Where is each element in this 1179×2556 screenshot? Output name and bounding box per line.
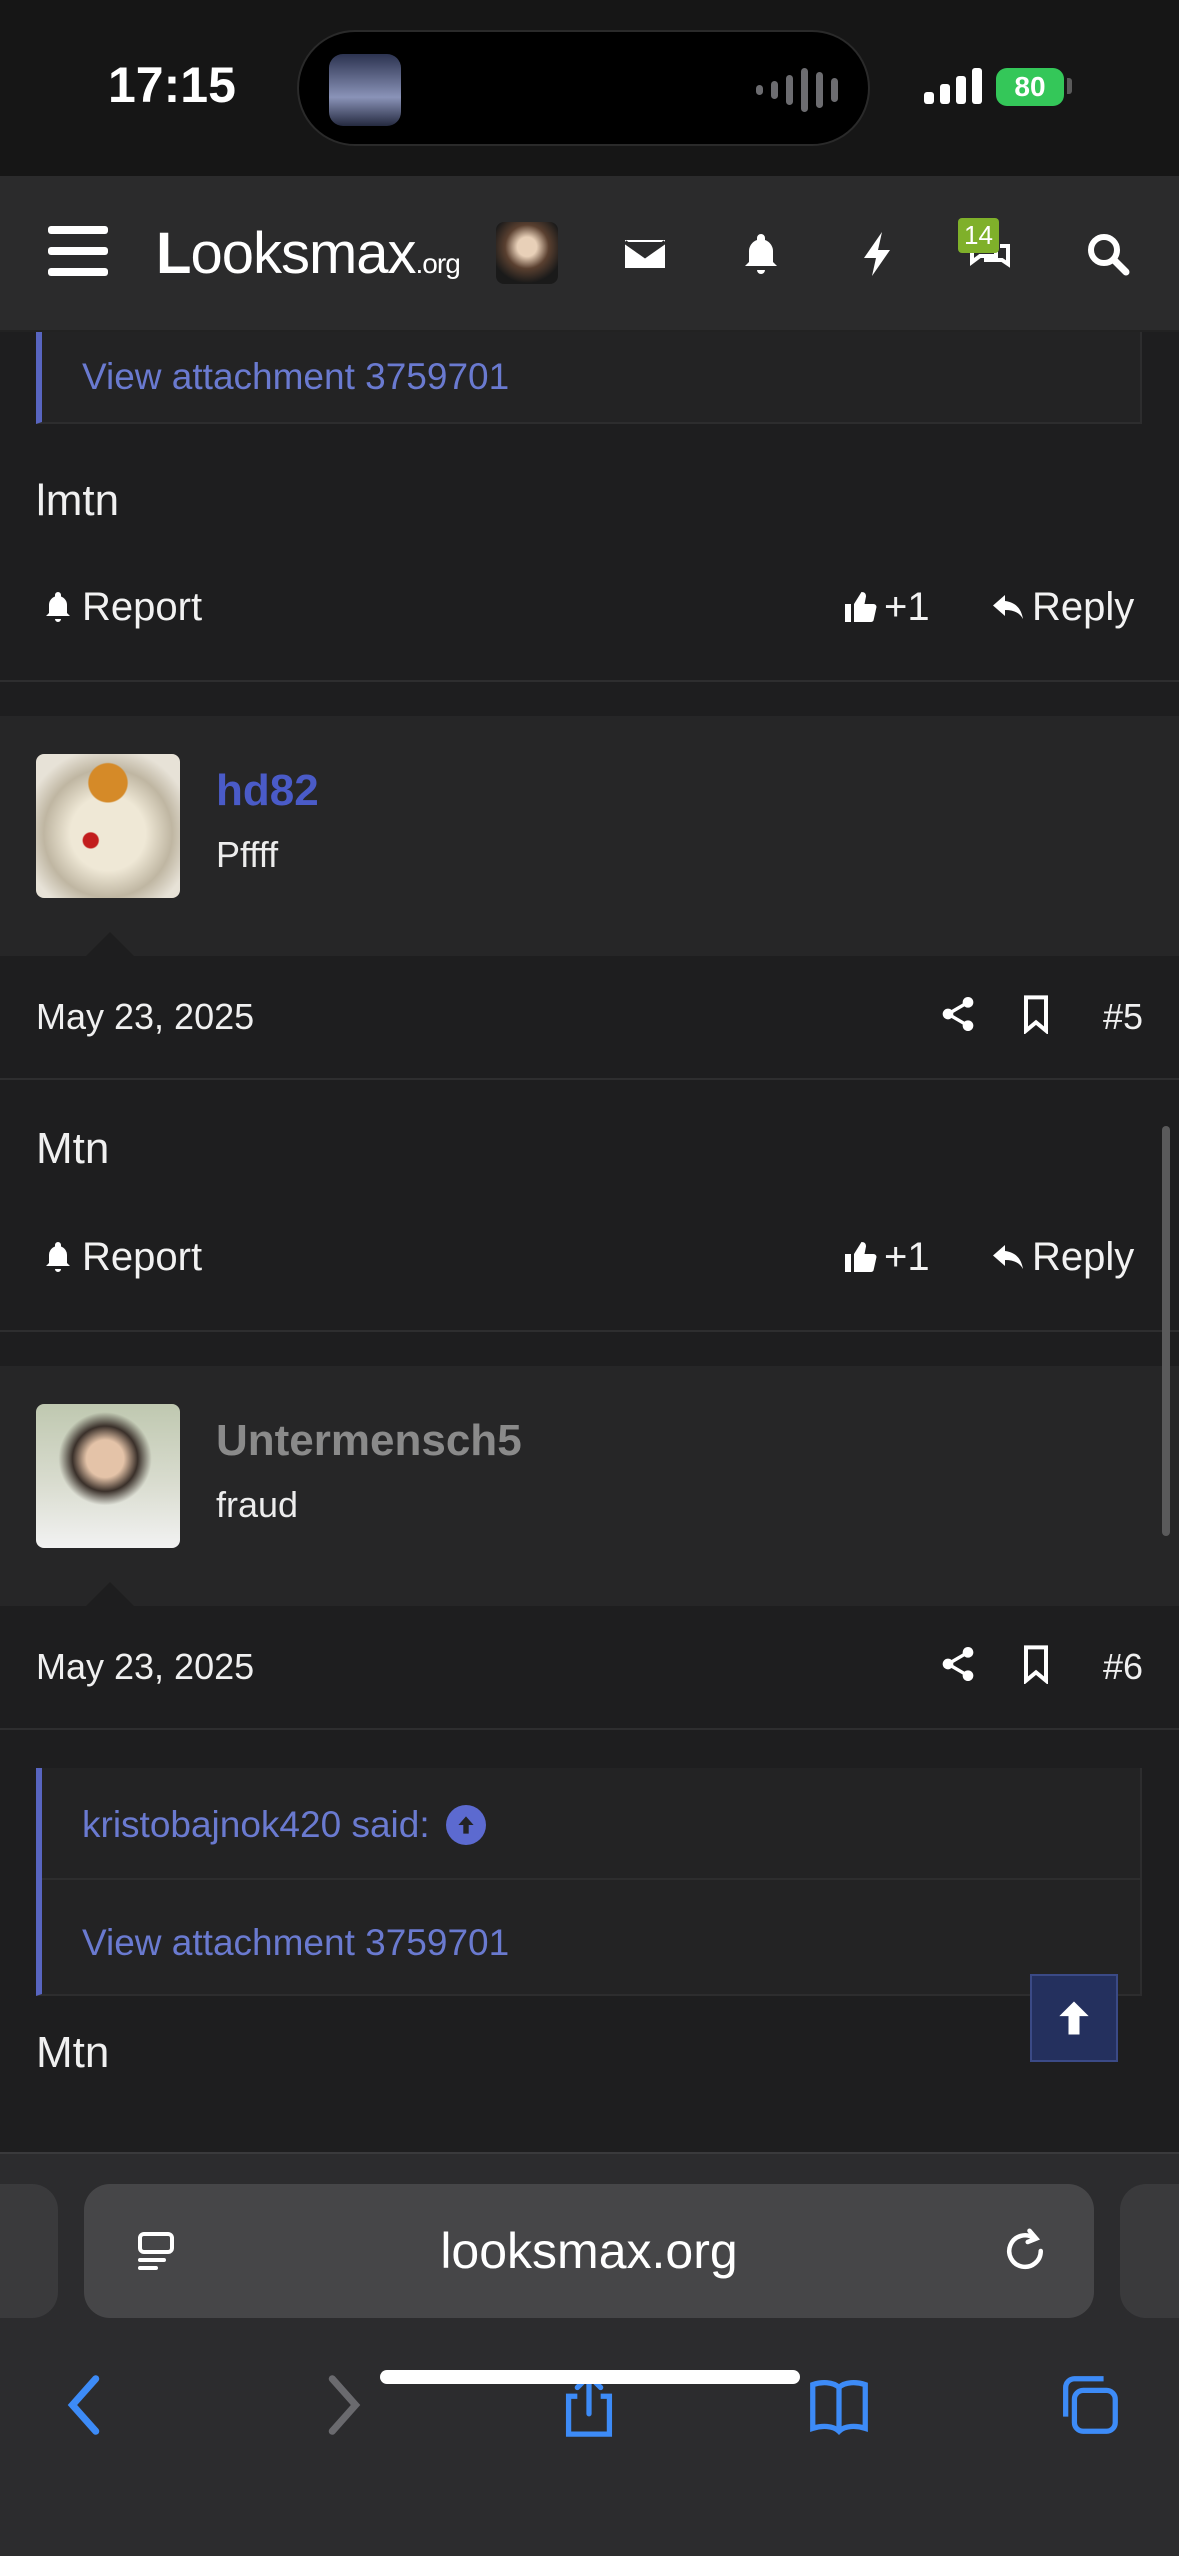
status-time: 17:15 bbox=[108, 57, 236, 113]
bell-icon bbox=[46, 592, 70, 622]
attachment-link[interactable]: View attachment 3759701 bbox=[82, 356, 509, 398]
post-user-block: hd82 Pffff bbox=[0, 716, 1179, 956]
attachment-link[interactable]: View attachment 3759701 bbox=[82, 1922, 509, 1964]
bolt-icon[interactable] bbox=[850, 226, 906, 282]
mail-icon[interactable] bbox=[617, 226, 673, 282]
account-avatar[interactable] bbox=[496, 222, 558, 284]
divider bbox=[0, 1078, 1179, 1080]
post-number[interactable]: #5 bbox=[1103, 996, 1143, 1038]
post-user-block: Untermensch5 fraud bbox=[0, 1366, 1179, 1606]
dynamic-island[interactable] bbox=[297, 30, 870, 146]
username-link[interactable]: hd82 bbox=[216, 766, 319, 816]
post-meta: May 23, 2025 #6 bbox=[0, 1606, 1179, 1726]
divider bbox=[0, 1330, 1179, 1332]
reply-icon bbox=[993, 1245, 1023, 1269]
pointer-triangle bbox=[86, 1582, 134, 1606]
thumbs-up-icon bbox=[845, 1242, 877, 1273]
search-icon[interactable] bbox=[1080, 226, 1136, 282]
share-icon[interactable] bbox=[938, 994, 982, 1038]
divider bbox=[0, 1728, 1179, 1730]
scroll-to-top-button[interactable] bbox=[1030, 1974, 1118, 2062]
site-header: Looksmax.org 14 bbox=[0, 176, 1179, 332]
user-title: Pffff bbox=[216, 834, 279, 875]
bookmark-icon[interactable] bbox=[1016, 1644, 1060, 1688]
audio-wave-icon bbox=[756, 68, 838, 112]
arrow-up-icon bbox=[1059, 2001, 1089, 2035]
conversations-badge: 14 bbox=[958, 218, 999, 253]
quote-block: kristobajnok420 said: View attachment 37… bbox=[36, 1768, 1142, 1996]
post-date[interactable]: May 23, 2025 bbox=[36, 996, 254, 1038]
cell-signal-icon bbox=[924, 68, 982, 104]
post-body: Mtn bbox=[36, 1124, 110, 1173]
reply-button[interactable]: Reply bbox=[990, 1222, 1134, 1292]
username-link[interactable]: Untermensch5 bbox=[216, 1416, 522, 1466]
post-number[interactable]: #6 bbox=[1103, 1646, 1143, 1688]
bookmarks-button[interactable] bbox=[794, 2360, 884, 2450]
avatar[interactable] bbox=[36, 754, 180, 898]
pointer-triangle bbox=[86, 932, 134, 956]
bell-icon bbox=[46, 1242, 70, 1272]
previous-tab-preview[interactable] bbox=[0, 2184, 58, 2318]
share-icon[interactable] bbox=[938, 1644, 982, 1688]
reload-icon[interactable] bbox=[998, 2224, 1052, 2278]
reply-icon bbox=[993, 595, 1023, 619]
quote-block: View attachment 3759701 bbox=[36, 332, 1142, 424]
address-bar[interactable]: looksmax.org bbox=[84, 2184, 1094, 2318]
like-button[interactable]: +1 bbox=[842, 572, 930, 642]
post-date[interactable]: May 23, 2025 bbox=[36, 1646, 254, 1688]
avatar[interactable] bbox=[36, 1404, 180, 1548]
url-text[interactable]: looksmax.org bbox=[440, 2222, 737, 2280]
battery-tip bbox=[1067, 78, 1072, 94]
page-scrollbar[interactable] bbox=[1162, 1126, 1170, 1536]
post-actions: Report +1 Reply bbox=[0, 572, 1179, 642]
thumbs-up-icon bbox=[845, 592, 877, 623]
user-title: fraud bbox=[216, 1484, 299, 1525]
book-icon bbox=[810, 2380, 868, 2435]
browser-toolbar: looksmax.org bbox=[0, 2152, 1179, 2556]
tabs-icon bbox=[1063, 2376, 1118, 2434]
menu-icon[interactable] bbox=[48, 226, 108, 282]
battery-indicator: 80 bbox=[996, 68, 1064, 106]
now-playing-thumbnail bbox=[329, 54, 401, 126]
forward-button[interactable] bbox=[296, 2360, 386, 2450]
tabs-button[interactable] bbox=[1044, 2360, 1134, 2450]
next-tab-preview[interactable] bbox=[1120, 2184, 1179, 2318]
thread-content: View attachment 3759701 lmtn Report +1 R… bbox=[0, 332, 1179, 2152]
home-indicator[interactable] bbox=[380, 2370, 800, 2384]
post-body: lmtn bbox=[36, 476, 120, 525]
back-button[interactable] bbox=[42, 2360, 132, 2450]
quote-header[interactable]: kristobajnok420 said: bbox=[42, 1768, 1140, 1880]
chevron-right-icon bbox=[328, 2375, 361, 2435]
post-meta: May 23, 2025 #5 bbox=[0, 956, 1179, 1076]
like-button[interactable]: +1 bbox=[842, 1222, 930, 1292]
chevron-left-icon bbox=[67, 2375, 100, 2435]
report-button[interactable]: Report bbox=[40, 572, 202, 642]
reply-button[interactable]: Reply bbox=[990, 572, 1134, 642]
report-button[interactable]: Report bbox=[40, 1222, 202, 1292]
post-body: Mtn bbox=[36, 2028, 110, 2077]
page-menu-icon[interactable] bbox=[134, 2228, 182, 2276]
bell-icon[interactable] bbox=[733, 226, 789, 282]
site-logo[interactable]: Looksmax.org bbox=[156, 220, 461, 287]
jump-to-quote-icon[interactable] bbox=[445, 1805, 486, 1845]
divider bbox=[0, 680, 1179, 682]
post-actions: Report +1 Reply bbox=[0, 1222, 1179, 1292]
status-bar: 17:15 80 bbox=[0, 0, 1179, 176]
quote-author-link[interactable]: kristobajnok420 said: bbox=[82, 1804, 486, 1846]
bookmark-icon[interactable] bbox=[1016, 994, 1060, 1038]
